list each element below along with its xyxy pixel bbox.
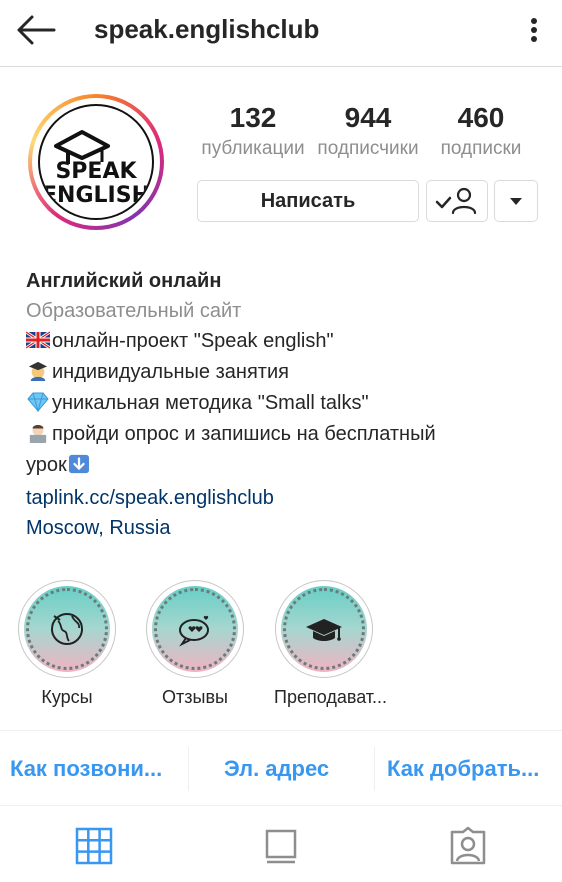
- logo-text-speak: SPEAK: [55, 159, 137, 184]
- tagged-user-icon: [450, 826, 486, 865]
- profile-website-link[interactable]: taplink.cc/speak.englishclub: [26, 483, 546, 513]
- highlight-label: Отзывы: [162, 687, 228, 707]
- bio-line: индивидуальные занятия: [26, 357, 546, 388]
- avatar-logo: SPEAK ENGLISH: [38, 104, 154, 220]
- highlight-label: Курсы: [41, 687, 93, 707]
- story-highlight-reviews[interactable]: Отзывы: [145, 580, 245, 709]
- more-dot-icon: [531, 36, 537, 42]
- profile-avatar[interactable]: SPEAK ENGLISH: [28, 94, 164, 230]
- technologist-icon: [29, 424, 47, 443]
- chat-hearts-icon: [179, 615, 209, 647]
- user-check-icon: [435, 187, 477, 215]
- more-dot-icon: [531, 18, 537, 24]
- message-button[interactable]: Написать: [197, 180, 419, 222]
- caret-down-icon: [510, 198, 522, 205]
- tab-tagged[interactable]: [374, 806, 561, 882]
- more-dot-icon: [531, 27, 537, 33]
- profile-bio: Английский онлайн Образовательный сайт о…: [26, 266, 546, 543]
- story-highlight-courses[interactable]: Курсы: [17, 580, 117, 709]
- profile-full-name: Английский онлайн: [26, 270, 222, 292]
- student-icon: [28, 361, 48, 381]
- down-arrow-box-icon: [68, 454, 89, 474]
- directions-button[interactable]: Как добрать...: [387, 731, 539, 805]
- followers-label: подписчики: [317, 138, 419, 159]
- following-count: 460: [457, 102, 505, 133]
- divider: [374, 747, 375, 791]
- globe-icon: [51, 613, 83, 645]
- bio-line: пройди опрос и запишись на бесплатный: [26, 419, 546, 450]
- gem-icon: [27, 392, 49, 412]
- stat-posts[interactable]: 132 публикации: [194, 100, 312, 162]
- divider: [188, 747, 189, 791]
- followers-count: 944: [344, 102, 392, 133]
- profile-tab-bar: [0, 806, 562, 882]
- highlight-label: Преподават...: [274, 687, 388, 707]
- stat-following[interactable]: 460 подписки: [422, 100, 540, 162]
- feed-icon: [265, 829, 297, 864]
- uk-flag-icon: [26, 330, 50, 350]
- bio-line: онлайн-проект "Speak english": [26, 326, 546, 357]
- profile-location-link[interactable]: Moscow, Russia: [26, 513, 546, 543]
- story-highlight-teachers[interactable]: Преподават...: [274, 580, 388, 709]
- bio-line: урок: [26, 450, 546, 481]
- back-button[interactable]: [14, 12, 58, 48]
- graduation-cap-icon: [306, 619, 342, 641]
- following-label: подписки: [440, 138, 522, 159]
- grid-icon: [75, 827, 113, 865]
- more-options-button[interactable]: [520, 12, 548, 48]
- contact-options-bar: Как позвони... Эл. адрес Как добрать...: [0, 730, 562, 806]
- bio-line: уникальная методика "Small talks": [26, 388, 546, 419]
- profile-category: Образовательный сайт: [26, 300, 242, 322]
- message-button-label: Написать: [260, 190, 356, 212]
- following-status-button[interactable]: [426, 180, 488, 222]
- stat-followers[interactable]: 944 подписчики: [309, 100, 427, 162]
- top-bar: speak.englishclub: [0, 0, 562, 67]
- profile-username: speak.englishclub: [94, 14, 320, 44]
- tab-feed[interactable]: [187, 806, 374, 882]
- logo-text-english: ENGLISH: [42, 183, 150, 208]
- email-button[interactable]: Эл. адрес: [224, 731, 329, 805]
- posts-count: 132: [229, 102, 277, 133]
- posts-label: публикации: [201, 138, 305, 159]
- suggestions-dropdown-button[interactable]: [494, 180, 538, 222]
- tab-grid[interactable]: [0, 806, 187, 882]
- call-button[interactable]: Как позвони...: [10, 731, 162, 805]
- back-arrow-icon: [17, 15, 56, 45]
